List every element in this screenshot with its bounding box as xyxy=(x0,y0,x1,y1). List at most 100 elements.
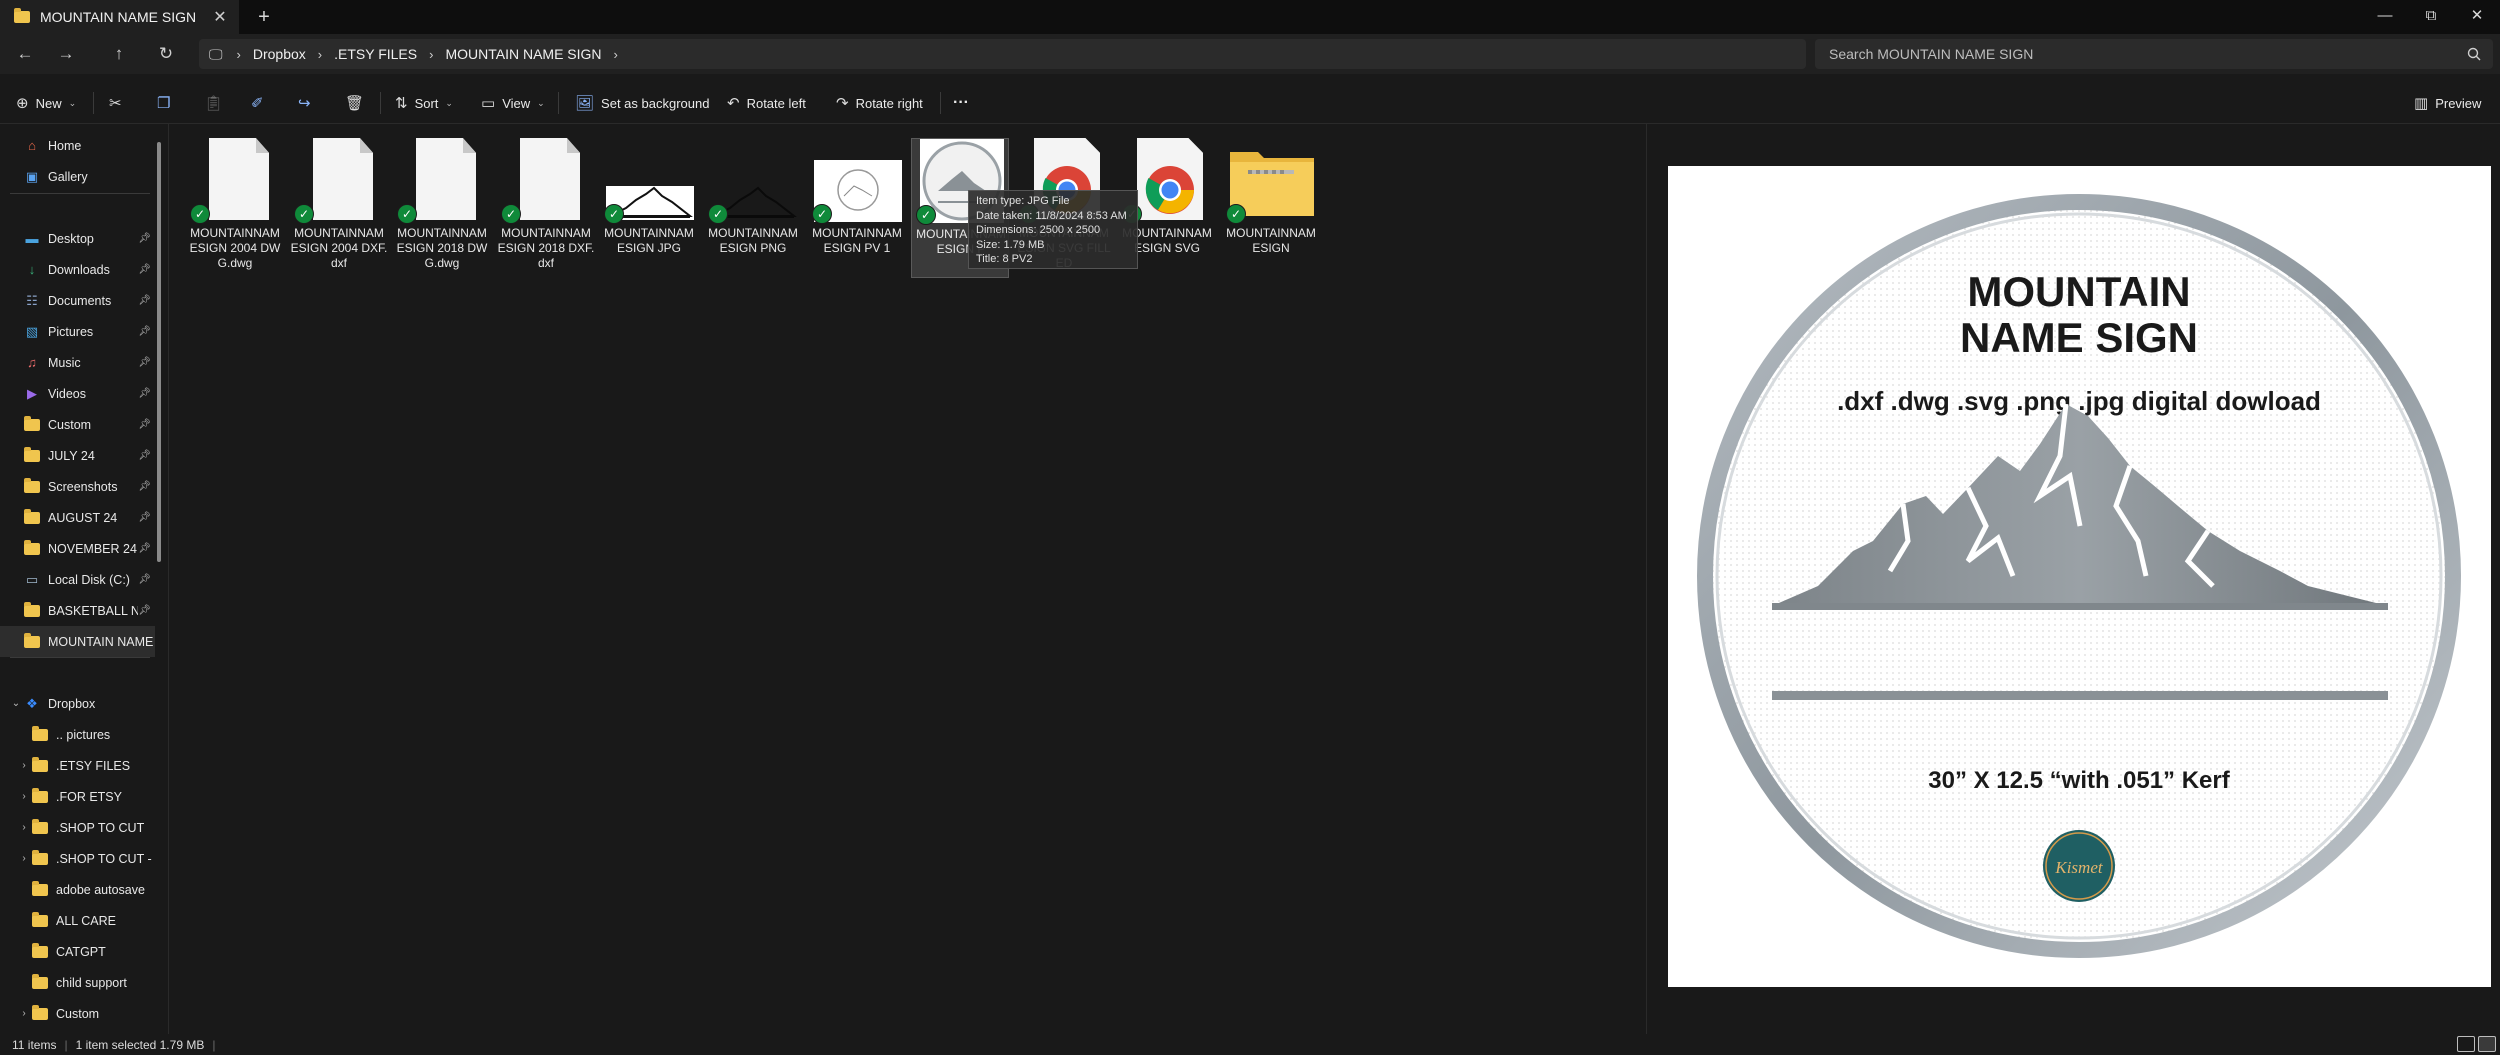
folder-icon xyxy=(24,415,40,431)
folder-icon xyxy=(32,880,48,896)
sidebar-item-child-support[interactable]: child support xyxy=(0,967,155,998)
breadcrumb-dropbox[interactable]: Dropbox xyxy=(253,46,306,62)
sidebar-item-adobe-autosave[interactable]: adobe autosave xyxy=(0,874,155,905)
sidebar-item-label: MOUNTAIN NAME xyxy=(48,634,154,649)
sidebar-item-catgpt[interactable]: CATGPT xyxy=(0,936,155,967)
chevron-right-icon[interactable]: › xyxy=(429,47,433,62)
sidebar-item-pictures[interactable]: ▧ Pictures 📌︎ xyxy=(0,316,155,347)
folder-icon xyxy=(24,508,40,524)
sidebar-item-music[interactable]: ♫ Music 📌︎ xyxy=(0,347,155,378)
rotate-right-button[interactable]: ↷ Rotate right xyxy=(836,90,923,116)
sidebar-item-all-care[interactable]: ALL CARE xyxy=(0,905,155,936)
file-name: MOUNTAINNAM ESIGN 2004 DXF.dxf xyxy=(290,226,388,270)
breadcrumb-mountain-name-sign[interactable]: MOUNTAIN NAME SIGN xyxy=(445,46,601,62)
set-as-background-button[interactable]: 🖼︎ Set as background xyxy=(575,90,709,116)
more-options-button[interactable]: ··· xyxy=(953,90,969,116)
file-item[interactable]: ✓ MOUNTAINNAM ESIGN 2004 DXF.dxf xyxy=(290,138,388,278)
sidebar-item-august-24[interactable]: AUGUST 24 📌︎ xyxy=(0,502,155,533)
sidebar-item-custom[interactable]: Custom 📌︎ xyxy=(0,409,155,440)
file-item[interactable]: ✓ MOUNTAINNAM ESIGN PV 1 xyxy=(808,138,906,278)
search-icon[interactable] xyxy=(2467,47,2481,61)
sidebar-item-shop-to-cut[interactable]: › .SHOP TO CUT xyxy=(0,812,155,843)
sync-check-icon: ✓ xyxy=(294,204,314,224)
sort-button[interactable]: ⇅ Sort ⌄ xyxy=(395,90,453,116)
pin-icon: 📌︎ xyxy=(138,481,151,492)
rotate-left-button[interactable]: ↶ Rotate left xyxy=(727,90,806,116)
back-icon[interactable]: ← xyxy=(10,41,40,67)
chevron-right-icon[interactable]: › xyxy=(16,760,32,771)
sidebar-item-downloads[interactable]: ↓ Downloads 📌︎ xyxy=(0,254,155,285)
folder-icon xyxy=(32,942,48,958)
sidebar-item-gallery[interactable]: ▣ Gallery xyxy=(0,161,155,192)
sidebar-item-november-24[interactable]: NOVEMBER 24 📌︎ xyxy=(0,533,155,564)
chevron-right-icon[interactable]: › xyxy=(16,791,32,802)
address-bar[interactable]: 🖵︎ › Dropbox › .ETSY FILES › MOUNTAIN NA… xyxy=(199,39,1806,69)
image-icon: 🖼︎ xyxy=(575,95,595,112)
file-item[interactable]: ✓ MOUNTAINNAM ESIGN PNG xyxy=(704,138,802,278)
file-item[interactable]: ✓ MOUNTAINNAM ESIGN JPG xyxy=(600,138,698,278)
close-window-icon[interactable]: ✕ xyxy=(2454,0,2500,30)
new-tab-button[interactable]: + xyxy=(250,4,278,30)
copy-button[interactable]: ❐ xyxy=(157,90,170,116)
close-tab-icon[interactable]: ✕ xyxy=(207,4,233,30)
sidebar-item-documents[interactable]: ☷ Documents 📌︎ xyxy=(0,285,155,316)
sidebar-item-videos[interactable]: ▶ Videos 📌︎ xyxy=(0,378,155,409)
share-button[interactable]: ↪ xyxy=(298,90,311,116)
chevron-right-icon[interactable]: › xyxy=(237,47,241,62)
sidebar-item-etsy-files[interactable]: › .ETSY FILES xyxy=(0,750,155,781)
rotate-right-icon: ↷ xyxy=(836,95,849,112)
sidebar-item-for-etsy[interactable]: › .FOR ETSY xyxy=(0,781,155,812)
new-button[interactable]: ⊕ New ⌄ xyxy=(16,90,76,116)
minimize-icon[interactable]: — xyxy=(2362,0,2408,30)
search-input[interactable]: Search MOUNTAIN NAME SIGN xyxy=(1815,39,2493,69)
sidebar-item-shop-to-cut[interactable]: › .SHOP TO CUT - ( xyxy=(0,843,155,874)
folder-icon xyxy=(32,1004,48,1020)
sidebar-item-local-disk-c[interactable]: ▭ Local Disk (C:) 📌︎ xyxy=(0,564,155,595)
breadcrumb-etsy-files[interactable]: .ETSY FILES xyxy=(334,46,417,62)
sidebar-item-label: Videos xyxy=(48,386,86,401)
this-pc-icon[interactable]: 🖵︎ xyxy=(209,46,223,63)
file-item[interactable]: ✓ MOUNTAINNAM ESIGN 2018 DWG.dwg xyxy=(393,138,491,278)
sidebar-item-pictures[interactable]: .. pictures xyxy=(0,719,155,750)
view-button[interactable]: ▭ View ⌄ xyxy=(481,90,545,116)
sidebar-item-label: Custom xyxy=(56,1006,100,1021)
folder-icon xyxy=(24,601,40,617)
chevron-right-icon[interactable]: › xyxy=(614,47,618,62)
tooltip-date-taken: Date taken: 11/8/2024 8:53 AM xyxy=(976,209,1127,222)
sidebar-item-basketball-ni[interactable]: BASKETBALL NI 📌︎ xyxy=(0,595,155,626)
sidebar-item-mountain-name[interactable]: MOUNTAIN NAME xyxy=(0,626,155,657)
delete-button[interactable]: 🗑︎ xyxy=(345,90,364,116)
file-item[interactable]: ✓ MOUNTAINNAM ESIGN 2004 DWG.dwg xyxy=(186,138,284,278)
sidebar-item-custom[interactable]: › Custom xyxy=(0,998,155,1029)
large-icons-view-icon[interactable] xyxy=(2478,1036,2496,1052)
sidebar-item-label: Pictures xyxy=(48,324,94,339)
sidebar-item-dropbox[interactable]: ⌄ ❖ Dropbox xyxy=(0,688,155,719)
chevron-down-icon[interactable]: ⌄ xyxy=(8,698,24,709)
sidebar-item-desktop[interactable]: ▬ Desktop 📌︎ xyxy=(0,223,155,254)
sidebar-item-label: BASKETBALL NI xyxy=(48,603,139,618)
sidebar-item-label: .ETSY FILES xyxy=(56,758,131,773)
chevron-right-icon[interactable]: › xyxy=(318,47,322,62)
sidebar-item-screenshots[interactable]: Screenshots 📌︎ xyxy=(0,471,155,502)
file-item[interactable]: ✓ MOUNTAINNAM ESIGN xyxy=(1222,138,1320,278)
details-view-icon[interactable] xyxy=(2457,1036,2475,1052)
preview-pane-button[interactable]: ▥ Preview xyxy=(2414,90,2481,116)
sidebar-item-label: Downloads xyxy=(48,262,110,277)
tab-mountain-name-sign[interactable]: MOUNTAIN NAME SIGN ✕ xyxy=(0,0,239,34)
chevron-down-icon: ⌄ xyxy=(68,97,77,108)
sidebar-item-july-24[interactable]: JULY 24 📌︎ xyxy=(0,440,155,471)
refresh-icon[interactable]: ↻ xyxy=(151,41,181,67)
rename-button[interactable]: ✐ xyxy=(251,90,264,116)
restore-icon[interactable]: ⧉ xyxy=(2408,0,2454,30)
cut-button[interactable]: ✂ xyxy=(109,90,122,116)
chevron-right-icon[interactable]: › xyxy=(16,1008,32,1019)
file-item[interactable]: ✓ MOUNTAINNAM ESIGN 2018 DXF.dxf xyxy=(497,138,595,278)
paste-button[interactable]: 📋︎ xyxy=(204,90,223,116)
up-icon[interactable]: ↑ xyxy=(104,41,134,67)
chevron-right-icon[interactable]: › xyxy=(16,853,32,864)
sidebar-scrollbar[interactable] xyxy=(157,142,161,562)
chevron-right-icon[interactable]: › xyxy=(16,822,32,833)
chevron-down-icon: ⌄ xyxy=(537,97,545,108)
forward-icon[interactable]: → xyxy=(51,41,81,67)
sidebar-item-home[interactable]: ⌂ Home xyxy=(0,130,155,161)
